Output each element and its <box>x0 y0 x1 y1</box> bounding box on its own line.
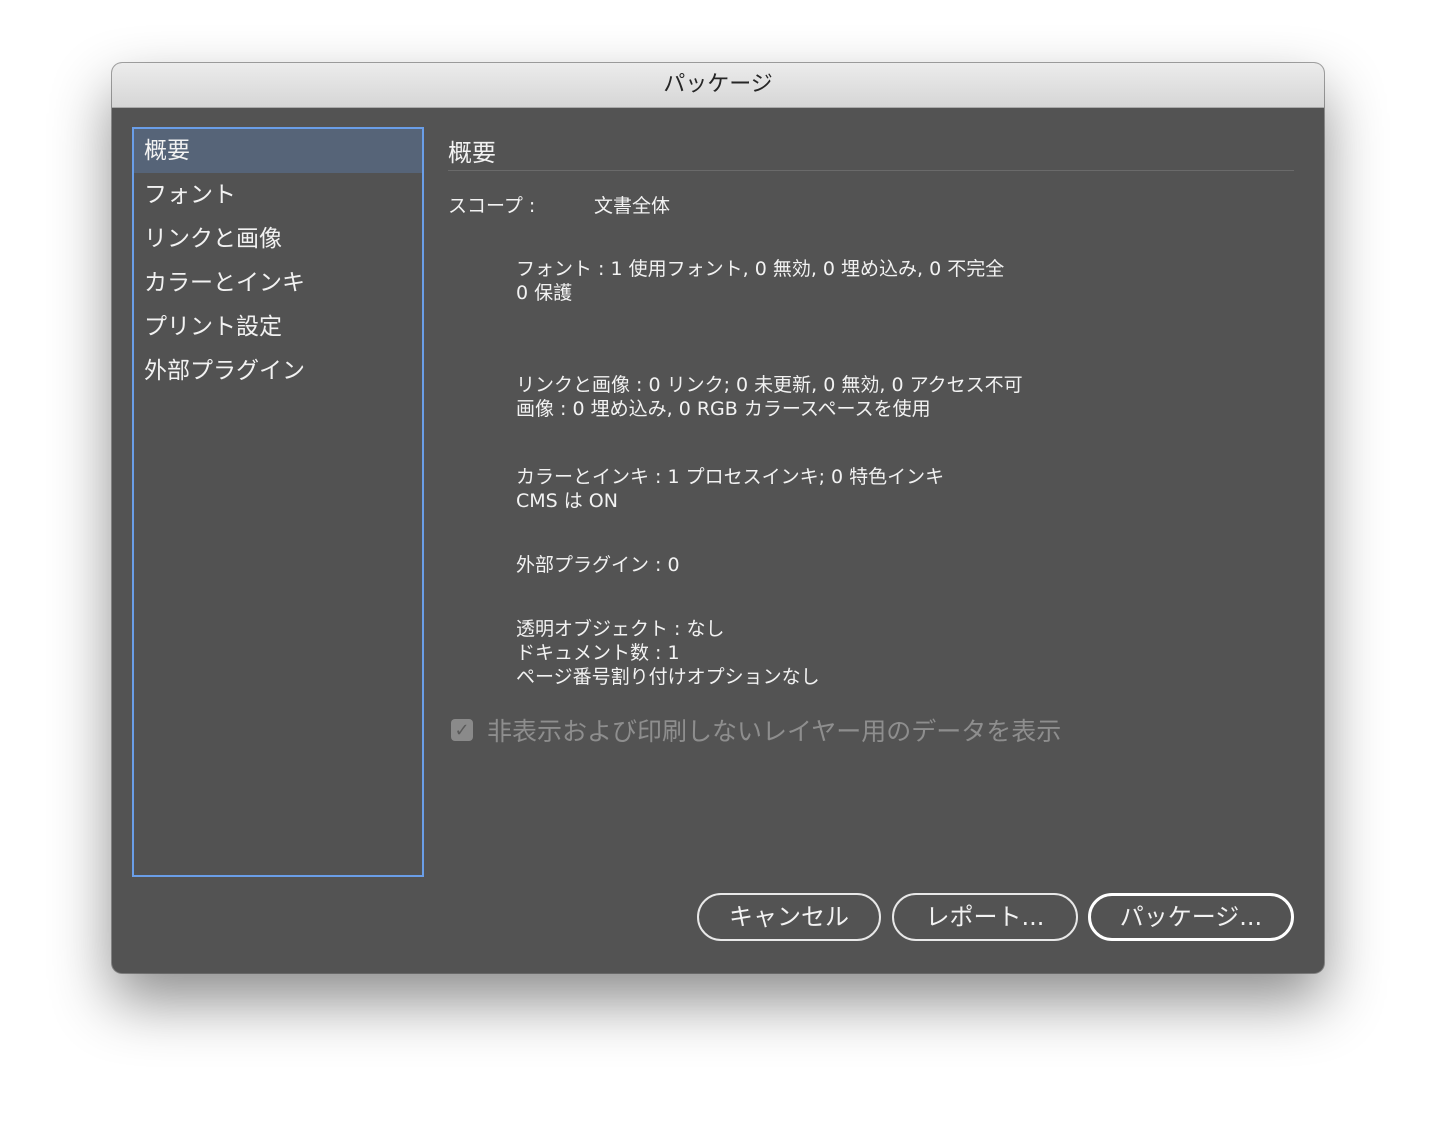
plugins-summary-line-1: 外部プラグイン : 0 <box>516 554 680 576</box>
colors-summary-line-1: カラーとインキ : 1 プロセスインキ; 0 特色インキ <box>516 466 945 488</box>
sidebar-item-fonts[interactable]: フォント <box>134 173 422 217</box>
links-summary-line-1: リンクと画像 : 0 リンク; 0 未更新, 0 無効, 0 アクセス不可 <box>516 374 1023 396</box>
sidebar-item-links-images[interactable]: リンクと画像 <box>134 217 422 261</box>
show-hidden-layers-checkbox: ✓ <box>451 719 473 741</box>
package-dialog: パッケージ 概要 フォント リンクと画像 カラーとインキ プリント設定 外部プラ… <box>112 63 1324 973</box>
show-hidden-layers-label: 非表示および印刷しないレイヤー用のデータを表示 <box>487 717 1062 746</box>
links-summary-line-2: 画像 : 0 埋め込み, 0 RGB カラースペースを使用 <box>516 398 931 420</box>
colors-summary-line-2: CMS は ON <box>516 490 618 512</box>
section-divider <box>448 170 1294 171</box>
fonts-summary-line-1: フォント : 1 使用フォント, 0 無効, 0 埋め込み, 0 不完全 <box>516 258 1005 280</box>
fonts-summary-line-2: 0 保護 <box>516 282 573 304</box>
misc-summary-line-3: ページ番号割り付けオプションなし <box>516 666 820 688</box>
summary-panel: 概要 スコープ : 文書全体 フォント : 1 使用フォント, 0 無効, 0 … <box>448 127 1294 867</box>
scope-label: スコープ : <box>448 195 536 217</box>
package-button[interactable]: パッケージ... <box>1088 893 1294 941</box>
category-list[interactable]: 概要 フォント リンクと画像 カラーとインキ プリント設定 外部プラグイン <box>132 127 424 877</box>
show-hidden-layers-option: ✓ 非表示および印刷しないレイヤー用のデータを表示 <box>448 715 1062 746</box>
window-title: パッケージ <box>112 63 1324 108</box>
section-title: 概要 <box>448 139 496 167</box>
misc-summary-line-1: 透明オブジェクト : なし <box>516 618 725 640</box>
checkmark-icon: ✓ <box>454 719 470 741</box>
cancel-button[interactable]: キャンセル <box>697 893 881 941</box>
scope-value: 文書全体 <box>594 195 671 217</box>
sidebar-item-colors-inks[interactable]: カラーとインキ <box>134 261 422 305</box>
sidebar-item-external-plugins[interactable]: 外部プラグイン <box>134 349 422 393</box>
sidebar-item-print-settings[interactable]: プリント設定 <box>134 305 422 349</box>
sidebar-item-summary[interactable]: 概要 <box>134 129 422 173</box>
report-button[interactable]: レポート... <box>892 893 1078 941</box>
misc-summary-line-2: ドキュメント数 : 1 <box>516 642 680 664</box>
